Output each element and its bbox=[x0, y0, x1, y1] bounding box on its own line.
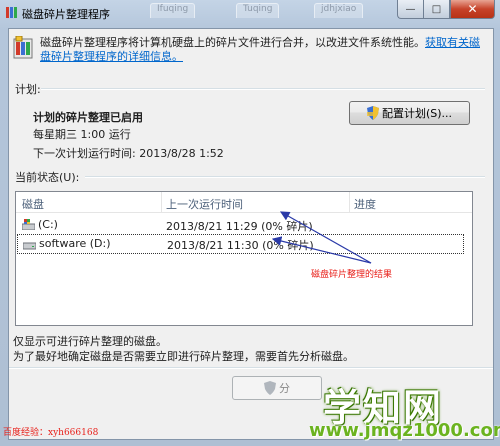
window-title: 磁盘碎片整理程序 bbox=[22, 8, 110, 21]
divider bbox=[41, 88, 485, 90]
next-run-time: 下一次计划运行时间: 2013/8/28 1:52 bbox=[33, 147, 224, 160]
divider bbox=[85, 176, 485, 178]
last-run: 2013/8/21 11:30 (0% 碎片) bbox=[167, 239, 314, 252]
credit-text: 百度经验：xyh666168 bbox=[3, 428, 99, 438]
current-status-label: 当前状态(U): bbox=[15, 171, 80, 184]
column-separator[interactable] bbox=[349, 192, 350, 212]
watermark-url: www.jmqz1000.com bbox=[309, 420, 500, 441]
column-header-last-run[interactable]: 上一次运行时间 bbox=[166, 196, 243, 212]
divider bbox=[9, 367, 493, 369]
disk-list[interactable]: 磁盘 上一次运行时间 进度 (C:) 2013/8/21 11:29 (0% 碎… bbox=[15, 191, 473, 326]
schedule-status: 计划的碎片整理已启用 bbox=[33, 111, 143, 124]
analyze-disk-button[interactable]: 分 bbox=[232, 376, 322, 400]
background-tab[interactable]: Ifuqing bbox=[150, 3, 196, 18]
note-line: 仅显示可进行碎片整理的磁盘。 bbox=[13, 335, 167, 348]
defrag-app-icon bbox=[13, 36, 33, 59]
last-run: 2013/8/21 11:29 (0% 碎片) bbox=[166, 220, 313, 233]
table-row[interactable]: software (D:) 2013/8/21 11:30 (0% 碎片) bbox=[17, 234, 464, 254]
close-button[interactable]: ✕ bbox=[450, 0, 495, 19]
maximize-button[interactable]: □ bbox=[423, 0, 450, 19]
description-text: 磁盘碎片整理程序将计算机硬盘上的碎片文件进行合并，以改进文件系统性能。 bbox=[40, 36, 425, 49]
shield-icon bbox=[366, 106, 379, 120]
background-tab[interactable]: Tuqing bbox=[236, 3, 280, 18]
defrag-app-icon bbox=[6, 7, 17, 18]
analyze-disk-label: 分 bbox=[279, 382, 290, 395]
minimize-button[interactable]: — bbox=[397, 0, 423, 19]
column-header-progress[interactable]: 进度 bbox=[354, 196, 376, 212]
configure-schedule-label: 配置计划(S)... bbox=[381, 107, 453, 120]
column-header-disk[interactable]: 磁盘 bbox=[22, 196, 44, 212]
list-header: 磁盘 上一次运行时间 进度 bbox=[16, 192, 472, 213]
system-drive-icon bbox=[22, 219, 35, 230]
window-controls: — □ ✕ bbox=[397, 0, 495, 19]
defrag-window: 磁盘碎片整理程序 Ifuqing Tuqing jdhjxiao — □ ✕ 磁… bbox=[0, 0, 500, 446]
disk-name: software (D:) bbox=[39, 237, 111, 250]
annotation-label: 磁盘碎片整理的结果 bbox=[311, 270, 393, 280]
background-tab[interactable]: jdhjxiao bbox=[314, 3, 364, 18]
disk-name: (C:) bbox=[38, 218, 58, 231]
shield-icon bbox=[264, 381, 276, 395]
hard-drive-icon bbox=[23, 242, 36, 250]
title-bar[interactable]: 磁盘碎片整理程序 Ifuqing Tuqing jdhjxiao — □ ✕ bbox=[0, 0, 500, 28]
note-line: 为了最好地确定磁盘是否需要立即进行碎片整理，需要首先分析磁盘。 bbox=[13, 350, 354, 363]
schedule-frequency: 每星期三 1:00 运行 bbox=[33, 128, 131, 141]
table-row[interactable]: (C:) 2013/8/21 11:29 (0% 碎片) bbox=[16, 216, 454, 234]
configure-schedule-button[interactable]: 配置计划(S)... bbox=[349, 101, 470, 125]
description: 磁盘碎片整理程序将计算机硬盘上的碎片文件进行合并，以改进文件系统性能。获取有关磁… bbox=[40, 36, 490, 64]
schedule-section-label: 计划: bbox=[15, 83, 41, 96]
column-separator[interactable] bbox=[161, 192, 162, 212]
